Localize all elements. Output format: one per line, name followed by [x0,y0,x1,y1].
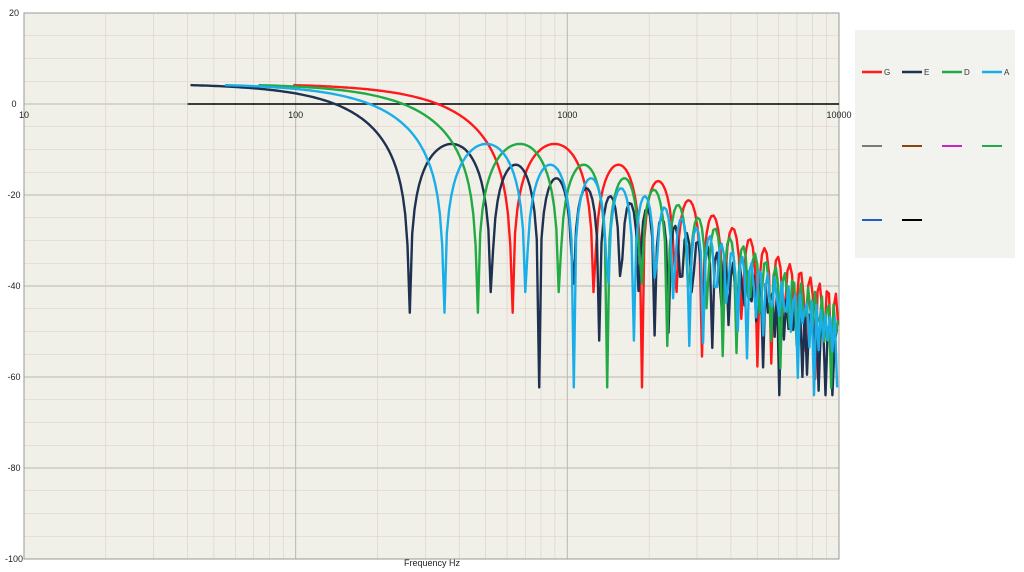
x-tick-label: 10 [19,110,29,120]
legend-label-A: A [1004,68,1010,77]
x-tick-label: 10000 [826,110,851,120]
legend-label-E: E [924,68,929,77]
x-axis-title: Frequency Hz [404,558,461,568]
frequency-response-chart: 20 0 -20 -40 -60 -80 -100 10 100 1000 10000 Freque… [5,8,1015,568]
legend-box [855,30,1015,258]
x-tick-label: 100 [288,110,303,120]
y-tick-label: -80 [7,463,20,473]
y-tick-label: 20 [9,8,19,18]
y-tick-label: -20 [7,190,20,200]
y-tick-label: -100 [5,554,23,564]
y-tick-label: -60 [7,372,20,382]
y-tick-label: -40 [7,281,20,291]
legend-label-D: D [964,68,970,77]
y-tick-label: 0 [11,99,16,109]
x-tick-label: 1000 [557,110,577,120]
legend-label-G: G [884,68,890,77]
chart-stage: 20 0 -20 -40 -60 -80 -100 10 100 1000 10000 Freque… [0,0,1024,572]
